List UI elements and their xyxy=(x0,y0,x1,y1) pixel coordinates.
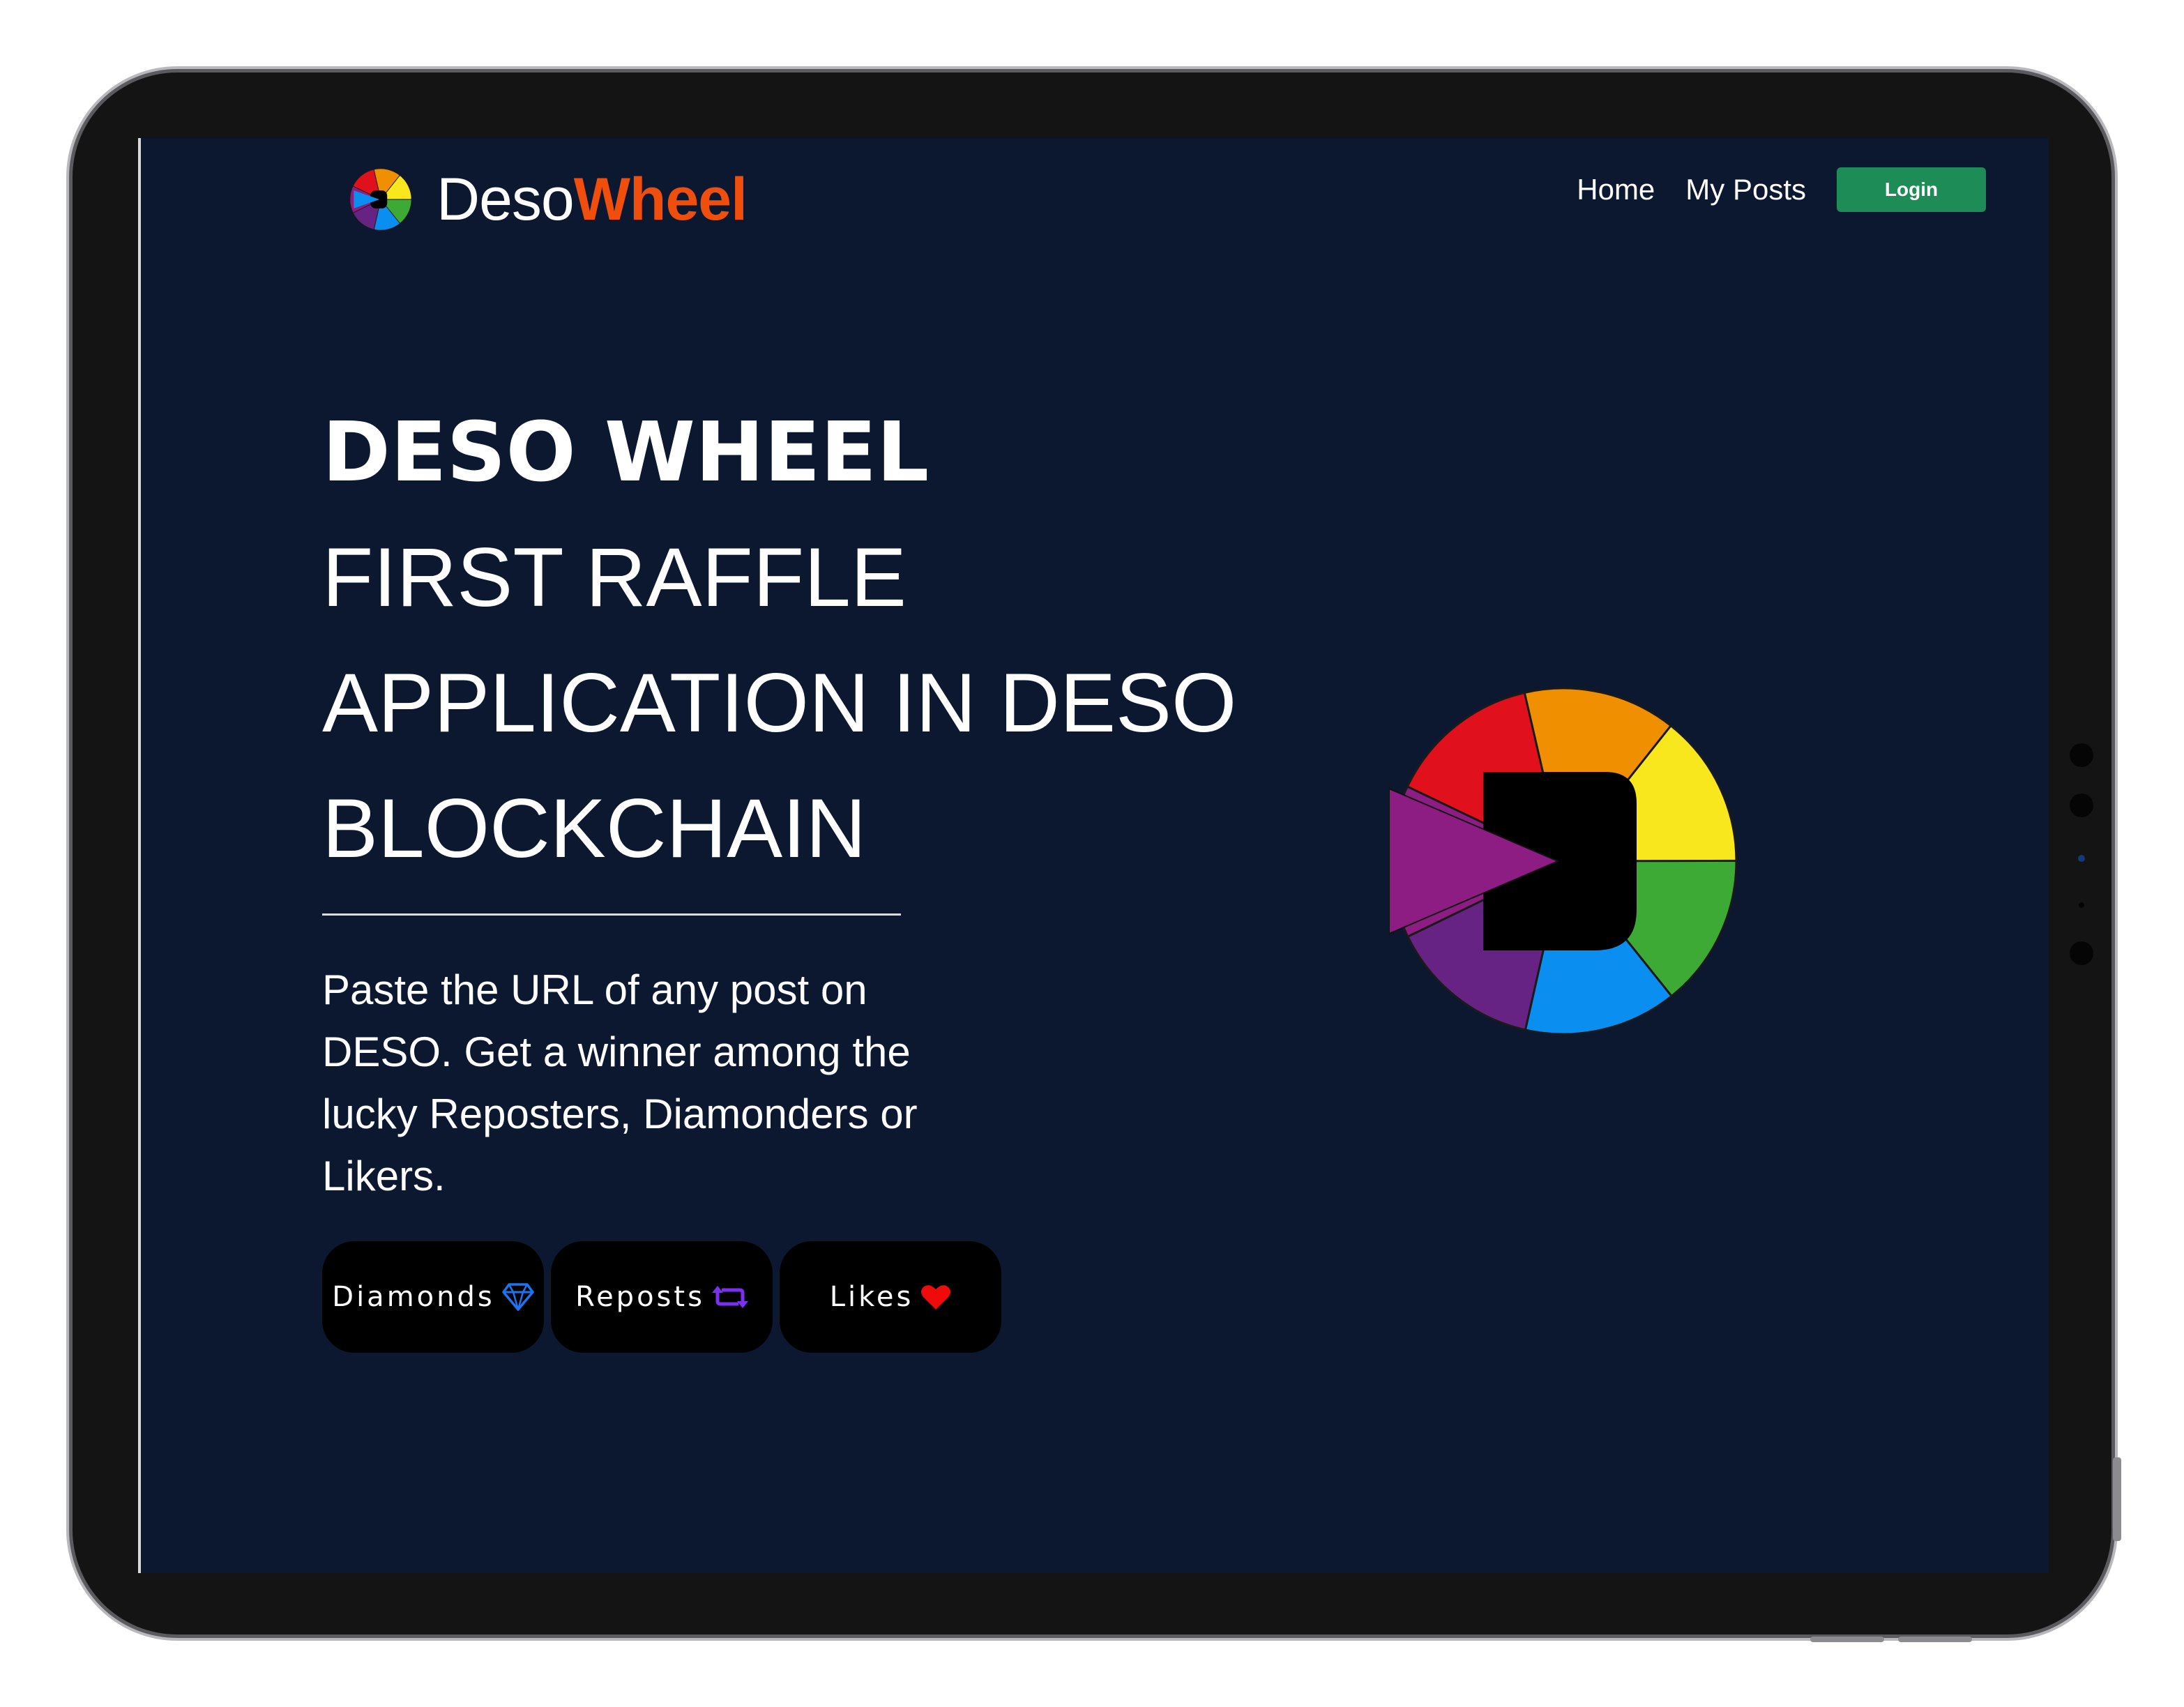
hero-section: DESO WHEEL FIRST RAFFLE APPLICATION IN D… xyxy=(322,389,1298,1207)
diamonds-button[interactable]: Diamonds xyxy=(322,1241,544,1353)
hero-subtitle-line3: BLOCKCHAIN xyxy=(322,782,867,875)
hero-description: Paste the URL of any post on DESO. Get a… xyxy=(322,966,918,1199)
camera-lens xyxy=(2078,855,2085,862)
sensor-dot xyxy=(2079,902,2084,908)
sensor-dot xyxy=(2070,794,2093,817)
deso-wheel-graphic xyxy=(1389,687,1738,1035)
navbar: DesoWheel Home My Posts Login xyxy=(141,138,2049,250)
hero-subtitle-line2: APPLICATION IN DESO xyxy=(322,656,1237,750)
diamond-icon xyxy=(501,1283,534,1311)
side-button xyxy=(2113,1457,2121,1541)
app-screen: DesoWheel Home My Posts Login DESO WHEEL… xyxy=(138,138,2049,1573)
hero-subtitle-line1: FIRST RAFFLE xyxy=(322,531,907,624)
volume-button xyxy=(1810,1637,1884,1642)
raffle-type-buttons: Diamonds Reposts Likes xyxy=(322,1241,1008,1353)
brand-name-part2: Wheel xyxy=(573,166,748,233)
nav-links: Home My Posts Login xyxy=(1577,167,1986,212)
brand[interactable]: DesoWheel xyxy=(349,167,748,232)
reposts-button[interactable]: Reposts xyxy=(551,1241,773,1353)
sensor-dot xyxy=(2070,941,2093,965)
sensor-dot xyxy=(2070,743,2093,767)
likes-button[interactable]: Likes xyxy=(780,1241,1001,1353)
likes-label: Likes xyxy=(829,1281,914,1313)
nav-my-posts-link[interactable]: My Posts xyxy=(1685,173,1806,206)
diamonds-label: Diamonds xyxy=(332,1281,495,1313)
brand-name-part1: Deso xyxy=(437,166,575,233)
volume-button xyxy=(1898,1637,1972,1642)
wheel-logo-icon xyxy=(349,168,412,231)
login-button[interactable]: Login xyxy=(1837,167,1986,212)
hero-title: DESO WHEEL xyxy=(322,404,930,500)
nav-home-link[interactable]: Home xyxy=(1577,173,1655,206)
heart-icon xyxy=(921,1285,951,1310)
brand-name: DesoWheel xyxy=(437,169,748,229)
hero-divider xyxy=(322,913,901,916)
reposts-label: Reposts xyxy=(575,1281,705,1313)
repost-icon xyxy=(711,1286,748,1308)
